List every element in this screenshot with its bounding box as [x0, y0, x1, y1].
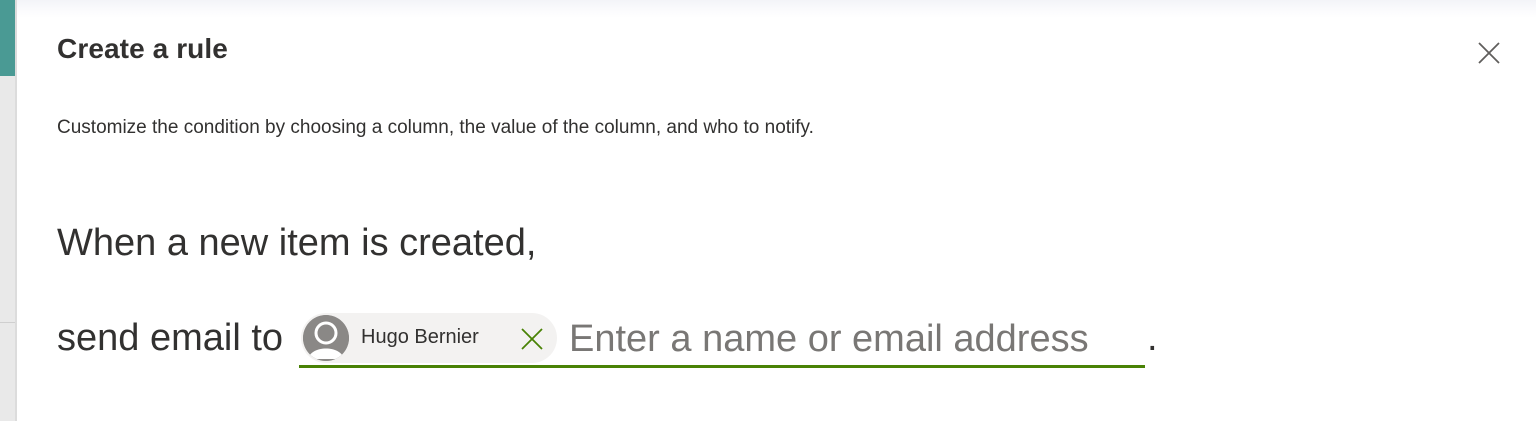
close-icon [1478, 42, 1500, 64]
panel-edge [15, 0, 17, 421]
panel-description: Customize the condition by choosing a co… [57, 117, 814, 138]
remove-recipient-button[interactable] [515, 322, 549, 356]
sentence-end: . [1147, 317, 1158, 359]
close-button[interactable] [1470, 34, 1508, 72]
person-icon [303, 315, 349, 361]
action-row: send email to Hugo Bernier Enter a name … [57, 313, 1237, 375]
close-icon [521, 328, 543, 350]
page: Create a rule Customize the condition by… [0, 0, 1536, 421]
panel-title: Create a rule [57, 33, 228, 64]
recipient-name: Hugo Bernier [361, 326, 479, 348]
background-app [0, 0, 17, 421]
recipient-input[interactable] [569, 317, 1139, 361]
trigger-text: When a new item is created, [57, 222, 537, 264]
people-picker[interactable]: Hugo Bernier [299, 313, 1145, 368]
action-text: send email to [57, 317, 284, 359]
recipient-chip[interactable]: Hugo Bernier [301, 313, 557, 363]
create-rule-panel: Create a rule Customize the condition by… [18, 0, 1536, 421]
